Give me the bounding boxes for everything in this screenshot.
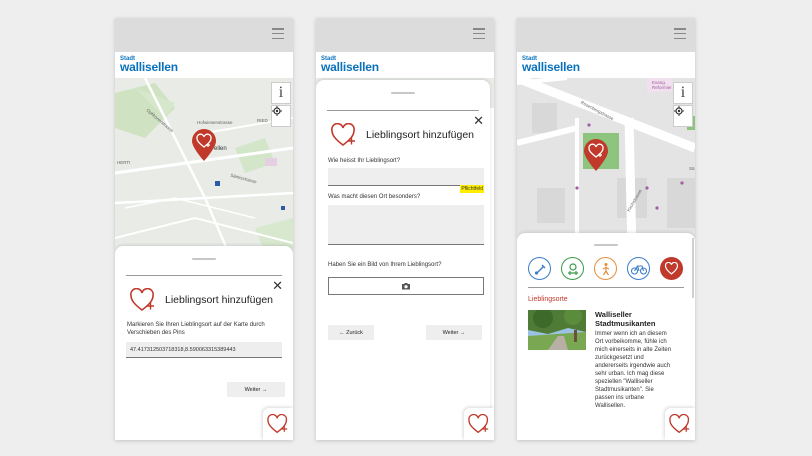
locate-icon <box>674 106 684 116</box>
page-title: Lieblingsort hinzufügen <box>366 129 474 141</box>
page-title: Lieblingsort hinzufügen <box>165 294 273 306</box>
photo-question-label: Haben Sie ein Bild von Ihrem Lieblingsor… <box>328 262 442 268</box>
instruction-text: Markieren Sie Ihren Lieblingsort auf der… <box>127 322 265 336</box>
logo[interactable]: Stadt wallisellen <box>115 52 293 78</box>
menu-icon[interactable] <box>473 28 485 40</box>
logo-main-text: wallisellen <box>321 60 379 74</box>
locate-button[interactable] <box>271 105 291 127</box>
photo-upload-button[interactable] <box>328 277 484 295</box>
back-button[interactable]: ← Zurück <box>328 325 374 340</box>
description-textarea[interactable] <box>328 205 484 245</box>
logo-main-text: wallisellen <box>522 60 580 74</box>
map-label: Sä <box>689 166 695 171</box>
map-label: Hofwiesenstrasse <box>197 120 233 125</box>
category-bicycle[interactable] <box>627 257 650 280</box>
coordinates-field[interactable]: 47.417312503718318,8.590063315389443 <box>126 342 282 358</box>
category-music[interactable] <box>528 257 551 280</box>
special-question-label: Was macht diesen Ort besonders? <box>328 194 421 200</box>
locate-button[interactable] <box>673 105 693 127</box>
heart-icon <box>669 414 690 434</box>
close-icon[interactable]: ✕ <box>473 114 484 127</box>
park-photo-image <box>528 310 586 350</box>
info-button[interactable]: i <box>271 82 291 104</box>
heart-icon <box>468 414 489 434</box>
info-icon: i <box>680 84 686 101</box>
top-bar <box>517 18 695 52</box>
location-pin-icon[interactable] <box>583 138 609 172</box>
favorite-tab[interactable] <box>464 408 494 440</box>
location-pin-icon[interactable] <box>191 128 217 162</box>
place-photo[interactable] <box>528 310 586 350</box>
logo-main-text: wallisellen <box>120 60 178 74</box>
heart-icon <box>331 123 355 147</box>
divider <box>327 110 479 111</box>
logo[interactable]: Stadt wallisellen <box>316 52 494 78</box>
menu-icon[interactable] <box>674 28 686 40</box>
map-graphic <box>115 78 293 268</box>
music-icon <box>534 264 545 275</box>
top-bar <box>115 18 293 52</box>
next-button[interactable]: Weiter → <box>227 382 285 397</box>
name-input[interactable] <box>328 168 484 186</box>
place-description: Immer wenn ich an diesem Ort vorbeikomme… <box>595 331 672 409</box>
map-label: HERTI <box>117 160 131 165</box>
divider <box>528 287 684 288</box>
category-park[interactable] <box>561 257 584 280</box>
sheet-handle[interactable] <box>594 244 618 246</box>
park-bench-icon <box>567 262 578 275</box>
place-title[interactable]: Walliseller Stadtmusikanten <box>595 310 665 328</box>
top-bar <box>316 18 494 52</box>
divider <box>126 275 282 276</box>
map-label: RIED <box>257 118 268 123</box>
logo[interactable]: Stadt wallisellen <box>517 52 695 78</box>
sheet-handle[interactable] <box>391 92 415 94</box>
phone-screen-1: Stadt wallisellen Hofwiesenstrasse Opfik… <box>115 18 293 440</box>
locate-icon <box>272 106 282 116</box>
scrollbar[interactable] <box>692 238 694 298</box>
favorite-tab[interactable] <box>665 408 695 440</box>
map[interactable]: Hofwiesenstrasse Opfikonerstrasse HERTI … <box>115 78 293 268</box>
walking-icon <box>602 262 609 275</box>
heart-icon <box>130 288 154 312</box>
menu-icon[interactable] <box>272 28 284 40</box>
phone-screen-3: Stadt wallisellen Rosenbergstrasse Kirch… <box>517 18 695 440</box>
form-sheet: ✕ Lieblingsort hinzufügen Wie heisst Ihr… <box>316 80 490 440</box>
heart-icon <box>664 262 678 275</box>
heart-icon <box>267 414 288 434</box>
map[interactable]: Rosenbergstrasse Kirchstrasse Evang. Ref… <box>517 78 695 253</box>
required-badge: Pflichtfeld <box>460 185 484 193</box>
info-icon: i <box>278 84 284 101</box>
category-walking[interactable] <box>594 257 617 280</box>
section-title: Lieblingsorte <box>528 296 568 303</box>
bicycle-icon <box>630 264 647 275</box>
category-favorites[interactable] <box>660 257 683 280</box>
phone-screen-2: Stadt wallisellen ✕ Lieblingsort hinzufü… <box>316 18 494 440</box>
sheet-handle[interactable] <box>192 258 216 260</box>
favorite-tab[interactable] <box>263 408 293 440</box>
close-icon[interactable]: ✕ <box>272 279 283 292</box>
camera-icon <box>402 283 410 290</box>
name-question-label: Wie heisst Ihr Lieblingsort? <box>328 158 401 164</box>
info-button[interactable]: i <box>673 82 693 104</box>
next-button[interactable]: Weiter → <box>426 325 482 340</box>
